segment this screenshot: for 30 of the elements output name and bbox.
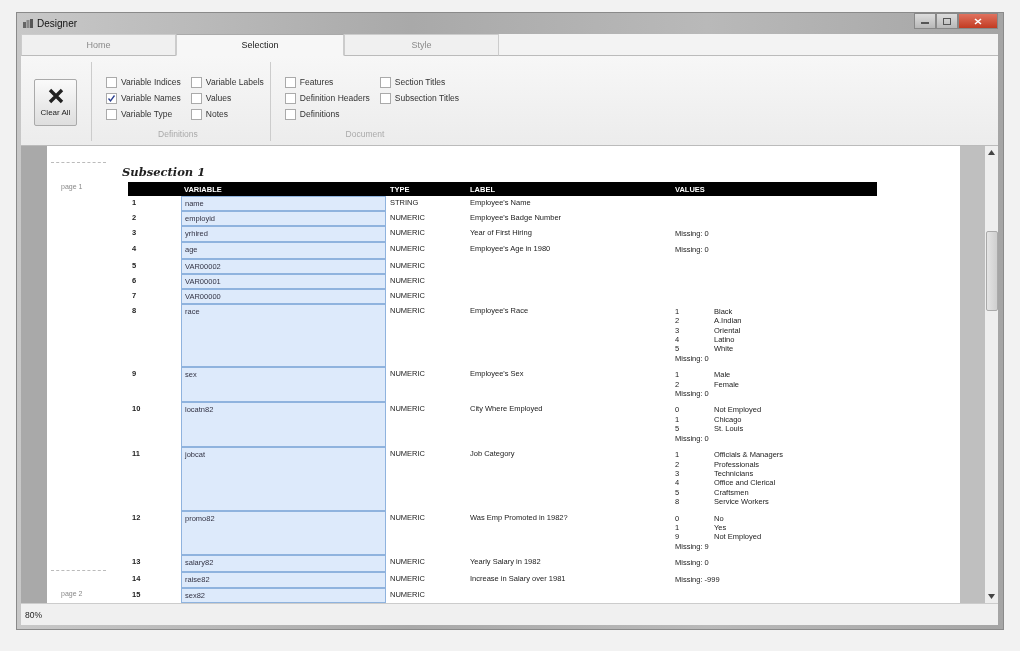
- close-icon: [974, 17, 982, 25]
- minimize-button[interactable]: [914, 13, 936, 29]
- checkbox-option[interactable]: Variable Indices: [106, 74, 187, 90]
- clear-all-button[interactable]: Clear All: [34, 79, 77, 126]
- checkbox-option[interactable]: Variable Names: [106, 90, 187, 106]
- checkbox-option[interactable]: Definition Headers: [284, 90, 376, 106]
- maximize-icon: [943, 17, 951, 25]
- ribbon-tab[interactable]: Selection: [176, 34, 344, 56]
- checkbox-option[interactable]: Subsection Titles: [379, 90, 466, 106]
- checkbox-option[interactable]: Variable Type: [106, 106, 187, 122]
- checkbox-option[interactable]: Variable Labels: [190, 74, 270, 90]
- checkbox-option[interactable]: Section Titles: [379, 74, 466, 90]
- window-title: Designer: [37, 18, 78, 29]
- zoom-level: 80%: [25, 609, 42, 620]
- subsection-title: Subsection 1: [122, 165, 207, 179]
- close-icon: [47, 88, 64, 104]
- check-icon: [107, 93, 116, 103]
- scroll-thumb[interactable]: [985, 231, 998, 311]
- scroll-up-icon[interactable]: [988, 150, 995, 155]
- checkbox-option[interactable]: Definitions: [284, 106, 376, 122]
- app-icon: [23, 19, 33, 28]
- group-label: Definitions: [157, 129, 199, 139]
- maximize-button[interactable]: [936, 13, 958, 29]
- checkbox-option[interactable]: Notes: [190, 106, 270, 122]
- checkbox-option[interactable]: Features: [284, 74, 376, 90]
- scroll-down-icon[interactable]: [988, 594, 995, 599]
- checkbox-option[interactable]: Values: [190, 90, 270, 106]
- close-button[interactable]: [958, 13, 998, 29]
- group-label: Document: [344, 129, 386, 139]
- vertical-scrollbar[interactable]: [985, 146, 998, 603]
